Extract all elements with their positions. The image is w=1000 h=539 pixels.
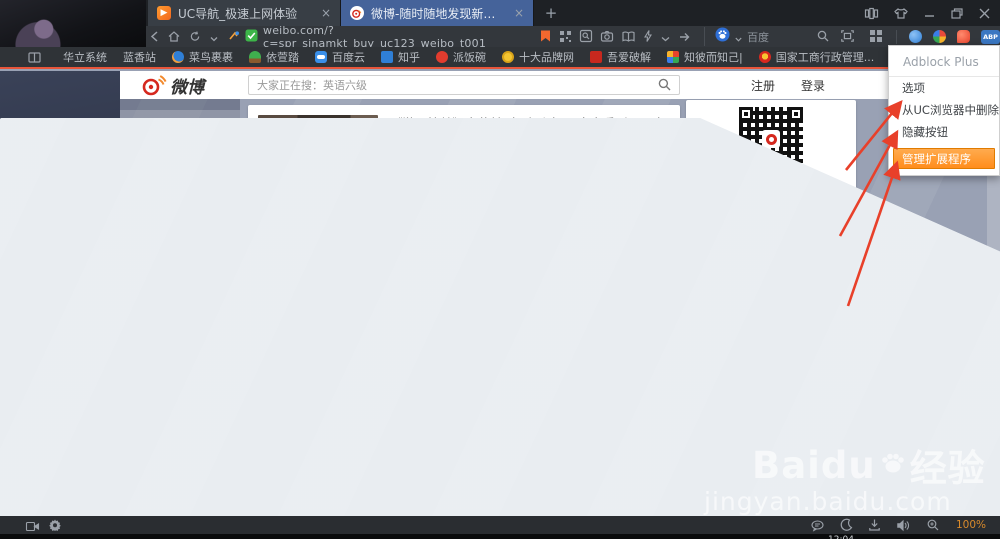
sound-speaker-icon[interactable] [897, 516, 910, 535]
weibo-logo-text: 微博 [170, 77, 204, 98]
extension-pinwheel-icon[interactable] [933, 30, 946, 43]
menu-title: Adblock Plus [903, 55, 979, 69]
yellow-badge-icon [502, 51, 514, 63]
tab-close-icon[interactable]: × [321, 6, 331, 20]
go-arrow-icon[interactable] [679, 27, 690, 46]
new-tab-button[interactable]: + [534, 0, 568, 26]
download-manager-icon[interactable] [869, 516, 880, 535]
tab-strip: ▶ UC导航_极速上网体验 × 微博-随时随地发现新鲜事 × + [148, 0, 568, 26]
search-in-page-icon[interactable] [579, 27, 593, 46]
tab-title: UC导航_极速上网体验 [178, 6, 298, 21]
browser-titlebar: ▶ UC导航_极速上网体验 × 微博-随时随地发现新鲜事 × + [0, 0, 1000, 26]
back-icon[interactable] [150, 27, 159, 46]
tab-switcher-icon[interactable] [864, 7, 879, 19]
extension-red-icon[interactable] [957, 30, 970, 43]
cainiao-bird-icon [172, 51, 184, 63]
browser-status-bar: 100% [0, 516, 1000, 534]
feedback-bubble-icon[interactable] [811, 516, 824, 535]
menu-item-remove-from-uc[interactable]: 从UC浏览器中删除 [889, 99, 999, 121]
bookmark-item[interactable]: 十大品牌网 [502, 49, 574, 65]
52pojie-icon [590, 51, 602, 63]
tab-title: 微博-随时随地发现新鲜事 [371, 6, 507, 21]
bookmark-item[interactable]: 蓝香站 [0, 49, 1000, 539]
bookmark-item[interactable]: 菜鸟裹裹 [172, 49, 233, 65]
refresh-icon[interactable] [189, 27, 201, 46]
desktop-wallpaper [0, 0, 146, 47]
tab-weibo[interactable]: 微博-随时随地发现新鲜事 × [341, 0, 534, 26]
refresh-options-chevron-icon[interactable] [210, 27, 218, 46]
home-icon[interactable] [168, 27, 180, 46]
search-magnifier-icon[interactable] [817, 27, 829, 46]
gov-emblem-icon [758, 51, 771, 63]
reading-mode-book-icon[interactable] [622, 27, 635, 46]
menu-item-manage-extensions[interactable]: 管理扩展程序 [893, 148, 995, 169]
zhihu-icon [381, 51, 393, 63]
url-field[interactable]: weibo.com/?c=spr_sinamkt_buy_uc123_weibo… [228, 24, 512, 50]
night-mode-moon-icon[interactable] [840, 516, 853, 535]
screenshot-camera-icon[interactable] [600, 27, 614, 46]
qr-finder [789, 107, 803, 121]
bookmark-item[interactable]: 知乎 [381, 49, 420, 65]
taskbar-strip: 12:04 [0, 534, 1000, 539]
maximize-button[interactable] [951, 7, 963, 19]
search-engine-name: 百度 [747, 30, 770, 44]
bookmark-item[interactable]: 华立系统 [0, 49, 1000, 539]
tab-close-icon[interactable]: × [514, 6, 524, 20]
qr-code-icon[interactable] [560, 27, 572, 46]
menu-item-options[interactable]: 选项 [889, 77, 999, 99]
bookmark-item[interactable]: 派饭碗 [436, 49, 486, 65]
uc-nav-tab-icon: ▶ [157, 6, 171, 20]
tree-icon [249, 51, 261, 63]
extension-blue-icon[interactable] [909, 30, 922, 43]
toolbar-buttons [841, 27, 882, 46]
screen: ▶ UC导航_极速上网体验 × 微博-随时随地发现新鲜事 × + weibo.c… [0, 0, 1000, 539]
taskbar-clock: 12:04 [828, 535, 854, 539]
weibo-tab-icon [350, 6, 364, 20]
weibo-logo[interactable]: 微博 [142, 73, 204, 98]
tab-uc-nav[interactable]: ▶ UC导航_极速上网体验 × [148, 0, 341, 26]
apps-grid-icon[interactable] [870, 27, 882, 46]
adblock-context-menu: Adblock Plus 选项 从UC浏览器中删除 隐藏按钮 管理扩展程序 [888, 45, 1000, 176]
red-circle-icon [436, 51, 448, 63]
skin-theme-icon[interactable] [894, 7, 908, 19]
security-check-icon [245, 27, 258, 46]
address-tools [540, 27, 690, 46]
adblock-plus-icon[interactable]: ABP [981, 29, 1000, 44]
settings-gear-icon[interactable] [49, 516, 61, 535]
qr-finder [739, 107, 753, 121]
bookmarks-bar: 华立系统 蓝香站 菜鸟裹裹 依萱踏 百度云 知乎 派饭碗 十大品牌网 吾爱破解 … [0, 47, 1000, 539]
zoom-control-icon[interactable] [927, 516, 939, 535]
url-text: weibo.com/?c=spr_sinamkt_buy_uc123_weibo… [263, 23, 487, 50]
nav-buttons [150, 27, 218, 46]
mini-video-icon[interactable] [25, 516, 40, 535]
baidu-cloud-icon [315, 51, 327, 63]
engine-chevron-icon[interactable] [735, 27, 742, 46]
baidu-engine-icon[interactable] [715, 27, 730, 46]
bookmark-item[interactable]: 百度云 [315, 49, 365, 65]
weibo-eye-icon [142, 75, 167, 96]
window-controls [864, 0, 990, 26]
screen-capture-icon[interactable] [841, 27, 854, 46]
site-app-icon [228, 27, 240, 46]
close-button[interactable] [979, 8, 990, 19]
minimize-button[interactable] [924, 8, 935, 18]
weibo-qr-logo-icon [762, 130, 780, 148]
browser-search-box[interactable]: 百度 [704, 27, 829, 46]
bookmark-item[interactable]: 依萱踏 [249, 49, 299, 65]
address-bar: weibo.com/?c=spr_sinamkt_buy_uc123_weibo… [0, 24, 1000, 50]
zoom-percentage[interactable]: 100% [956, 519, 986, 531]
menu-item-hide-button[interactable]: 隐藏按钮 [889, 121, 999, 143]
bookmark-item[interactable]: 吾爱破解 [590, 49, 651, 65]
bookmark-item[interactable]: 国家工商行政管理... [758, 49, 874, 65]
bookmark-star-icon[interactable] [540, 27, 551, 46]
bookmark-item[interactable]: 知彼而知己| [667, 49, 743, 65]
extension-icons: ABP [896, 29, 1000, 44]
speed-mode-lightning-icon[interactable] [644, 27, 653, 46]
bookmarks-book-icon[interactable] [28, 48, 41, 67]
color-grid-icon [667, 51, 679, 63]
collapse-chevron-icon[interactable] [661, 27, 670, 46]
